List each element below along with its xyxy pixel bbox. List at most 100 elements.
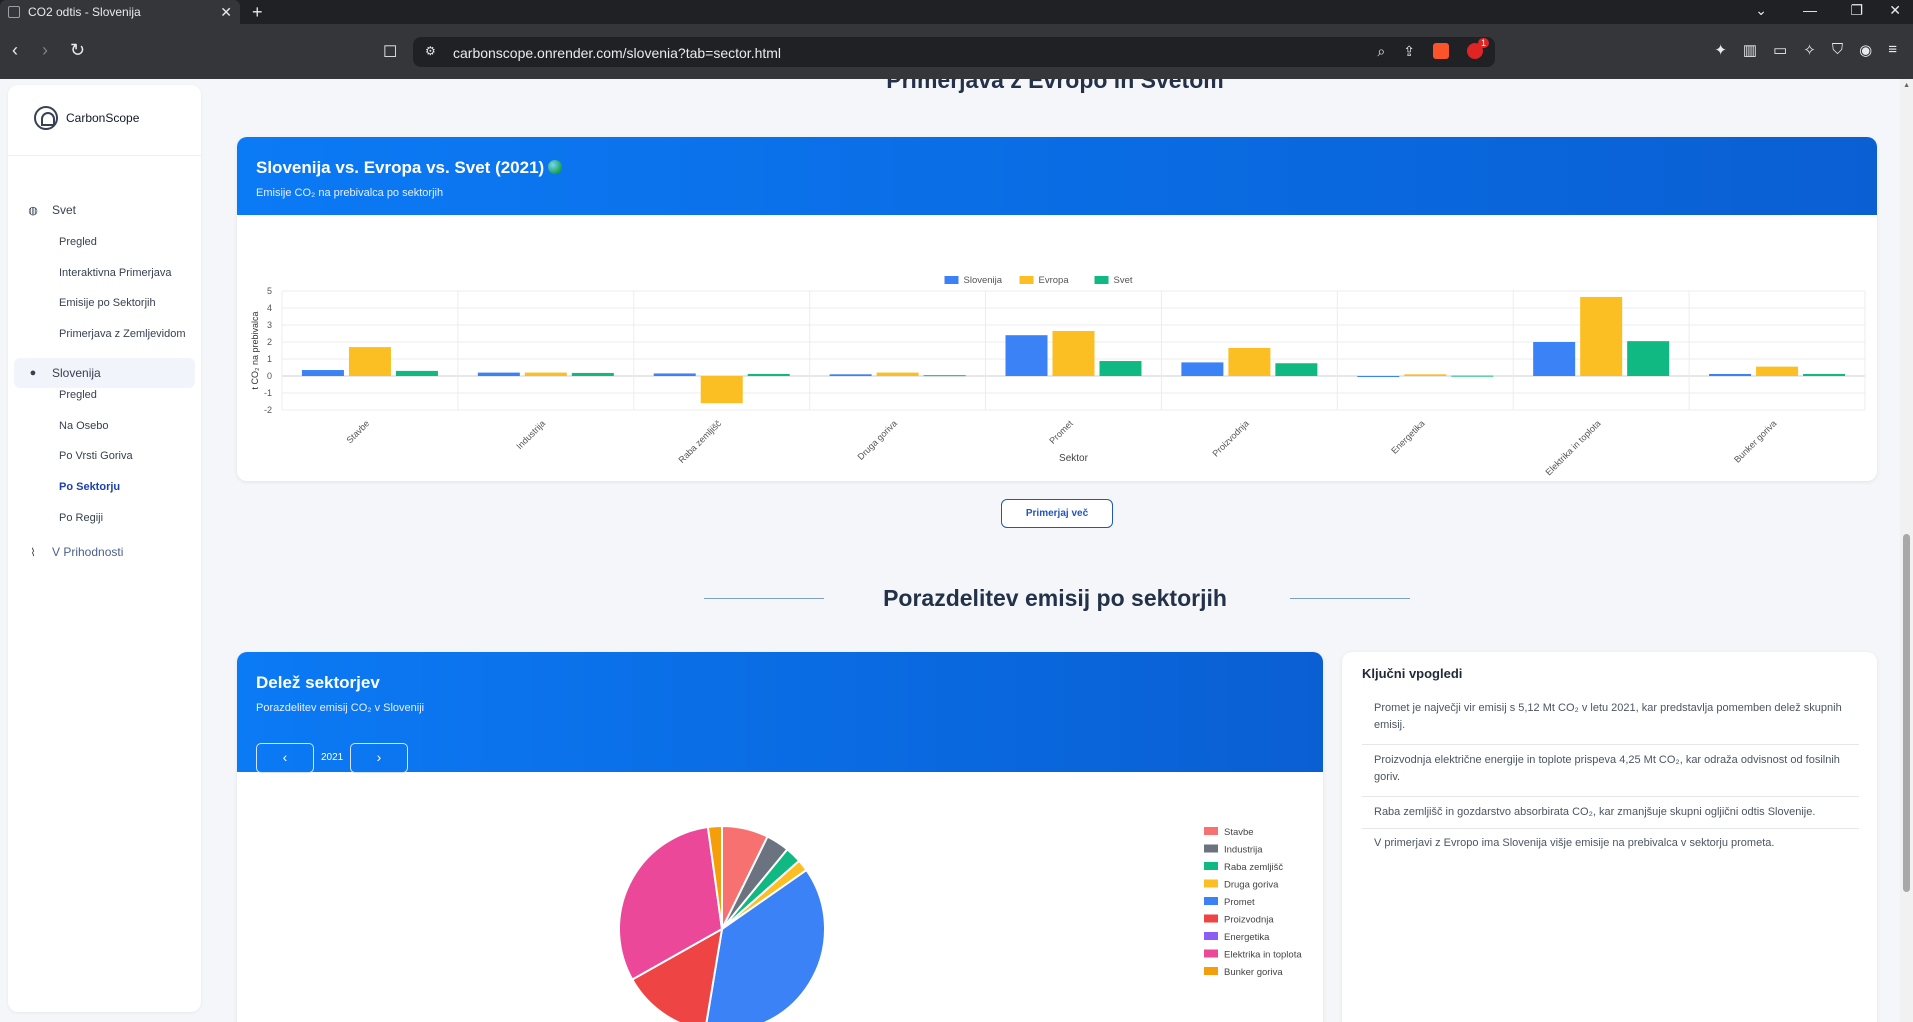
- brand[interactable]: CarbonScope: [34, 106, 139, 130]
- x-tick-label: Bunker goriva: [1732, 418, 1778, 464]
- legend-label: Svet: [1114, 275, 1133, 286]
- close-window-icon[interactable]: ✕: [1889, 2, 1901, 19]
- restore-icon[interactable]: ❐: [1850, 2, 1863, 19]
- bar: [1709, 373, 1752, 376]
- sidebar-item-svet-pregled[interactable]: Pregled: [59, 236, 97, 248]
- legend-swatch: [1204, 949, 1218, 958]
- bar: [1451, 375, 1494, 377]
- reload-icon[interactable]: ↻: [70, 40, 85, 61]
- bar: [1627, 341, 1670, 376]
- bar: [653, 373, 696, 376]
- y-axis-label: t CO₂ na prebivalca: [250, 311, 260, 389]
- x-tick-label: Raba zemljišč: [676, 418, 723, 465]
- legend-swatch: [1204, 932, 1218, 940]
- legend-swatch: [1204, 967, 1218, 975]
- legend-swatch: [1204, 827, 1218, 835]
- sidebar-toggle-icon[interactable]: ▥: [1743, 41, 1757, 59]
- bar: [477, 372, 520, 376]
- x-tick-label: Druga goriva: [856, 418, 900, 462]
- bookmark-icon[interactable]: ☐: [383, 42, 397, 62]
- minimize-icon[interactable]: —: [1803, 2, 1817, 18]
- bar: [1005, 335, 1048, 376]
- divider: [8, 155, 201, 156]
- extensions-icon[interactable]: ✦: [1714, 41, 1727, 59]
- sidebar-item-primerjava-z-zemljevidom[interactable]: Primerjava z Zemljevidom: [59, 328, 186, 340]
- address-bar[interactable]: ☐ ⚙ carbonscope.onrender.com/slovenia?ta…: [383, 37, 1495, 67]
- forward-icon[interactable]: ›: [42, 40, 48, 61]
- notification-badge: 1: [1477, 38, 1489, 48]
- bar: [348, 347, 391, 376]
- scroll-up-icon[interactable]: ▲: [1903, 82, 1910, 89]
- y-tick-label: 4: [267, 303, 272, 313]
- brave-shields-icon[interactable]: [1433, 43, 1449, 59]
- sidebar-section-svet[interactable]: ◍ Svet: [8, 195, 201, 225]
- sidebar-item-po-vrsti-goriva[interactable]: Po Vrsti Goriva: [59, 450, 133, 462]
- legend-swatch: [1204, 897, 1218, 905]
- legend-label: Evropa: [1039, 275, 1070, 286]
- brave-rewards-icon[interactable]: 1: [1467, 38, 1489, 59]
- bar: [1275, 363, 1318, 376]
- site-settings-icon[interactable]: ⚙: [425, 44, 436, 58]
- bar: [301, 370, 344, 376]
- tab-title: CO2 odtis - Slovenija: [28, 5, 141, 19]
- carbonscope-logo-icon: [34, 106, 58, 130]
- brand-name: CarbonScope: [66, 111, 140, 125]
- sidebar-item-emisije-po-sektorjih[interactable]: Emisije po Sektorjih: [59, 297, 156, 309]
- scrollbar[interactable]: ▲: [1900, 79, 1913, 1022]
- insights-card: Ključni vpogledi Promet je največji vir …: [1342, 652, 1877, 1022]
- bar: [923, 375, 966, 377]
- insights-title: Ključni vpogledi: [1362, 666, 1463, 681]
- share-icon[interactable]: ⇪: [1403, 43, 1415, 60]
- legend-swatch: [1094, 276, 1109, 284]
- close-tab-icon[interactable]: ✕: [220, 4, 232, 21]
- sidebar-item-po-regiji[interactable]: Po Regiji: [59, 512, 103, 524]
- new-tab-icon[interactable]: +: [252, 2, 263, 23]
- divider: [1362, 744, 1859, 745]
- bar: [1357, 376, 1400, 377]
- bar: [1404, 374, 1447, 376]
- sidebar-section-v-prihodnosti[interactable]: ⌇ V Prihodnosti: [8, 537, 201, 567]
- scrollbar-thumb[interactable]: [1903, 534, 1910, 892]
- bar: [1580, 296, 1623, 376]
- x-tick-label: Promet: [1047, 418, 1075, 446]
- menu-icon[interactable]: ≡: [1888, 41, 1897, 59]
- sidebar-section-slovenija[interactable]: ● Slovenija: [14, 358, 195, 388]
- sidebar-item-interaktivna-primerjava[interactable]: Interaktivna Primerjava: [59, 267, 172, 279]
- trend-chart-icon: ⌇: [30, 546, 36, 559]
- legend-label: Bunker goriva: [1224, 967, 1283, 978]
- sidebar-item-na-osebo[interactable]: Na Osebo: [59, 420, 109, 432]
- browser-tab[interactable]: CO2 odtis - Slovenija ✕: [0, 0, 240, 24]
- profile-icon[interactable]: ◉: [1859, 41, 1872, 59]
- leo-ai-icon[interactable]: ✧: [1803, 41, 1816, 59]
- bar: [1181, 362, 1224, 376]
- vpn-icon[interactable]: ⛉: [1832, 41, 1843, 59]
- legend-swatch: [944, 276, 959, 284]
- pie-chart: Stavbe Industrija Raba zemljišč Druga goriv…: [618, 824, 1302, 1022]
- legend-label: Druga goriva: [1224, 880, 1279, 891]
- bar: [1052, 330, 1095, 376]
- bar: [571, 372, 614, 376]
- y-tick-label: -1: [264, 388, 272, 398]
- tab-search-icon[interactable]: ⌄: [1755, 2, 1767, 19]
- legend-label: Raba zemljišč: [1224, 862, 1283, 873]
- legend-swatch: [1204, 914, 1218, 923]
- sidebar-item-po-sektorju[interactable]: Po Sektorju: [59, 481, 120, 493]
- sidebar-item-slovenija-pregled[interactable]: Pregled: [59, 389, 97, 401]
- bar: [1228, 347, 1271, 376]
- wallet-icon[interactable]: ▭: [1773, 41, 1787, 59]
- back-icon[interactable]: ‹: [12, 40, 18, 61]
- x-tick-label: Proizvodnja: [1210, 418, 1250, 458]
- legend-label: Energetika: [1224, 932, 1270, 943]
- bar: [1756, 366, 1799, 376]
- bar: [1803, 373, 1846, 376]
- x-tick-label: Industrija: [514, 418, 547, 451]
- compare-more-button[interactable]: Primerjaj več: [1001, 499, 1113, 528]
- url-text[interactable]: carbonscope.onrender.com/slovenia?tab=se…: [453, 45, 781, 61]
- zoom-icon[interactable]: ⌕: [1377, 43, 1385, 60]
- legend-label: Elektrika in toplota: [1224, 950, 1302, 961]
- legend-label: Slovenija: [964, 275, 1003, 286]
- x-axis-label: Sektor: [1059, 453, 1089, 464]
- globe-icon: ◍: [28, 204, 38, 217]
- comparison-chart-card: Slovenija vs. Evropa vs. Svet (2021) Emi…: [237, 137, 1877, 481]
- sidebar: CarbonScope ◍ Svet Pregled Interaktivna …: [8, 85, 201, 1012]
